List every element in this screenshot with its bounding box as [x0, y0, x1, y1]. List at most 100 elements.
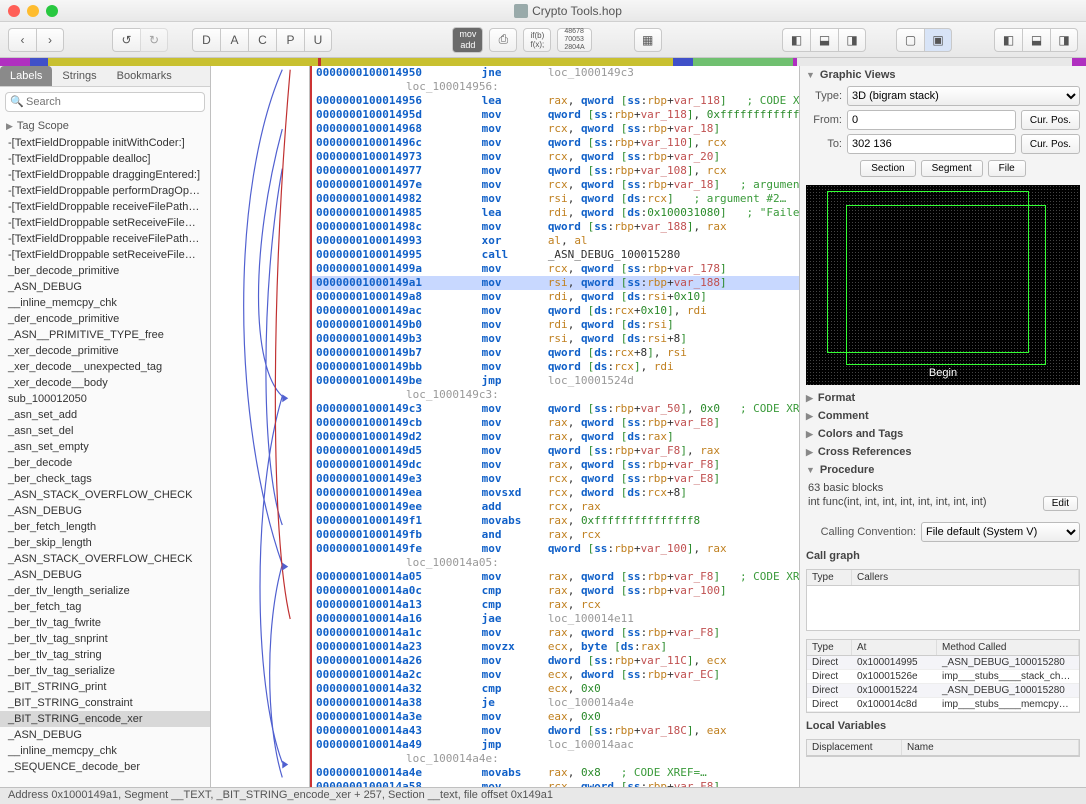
callees-table[interactable]: TypeAtMethod Called Direct0x100014995_AS… [806, 639, 1080, 713]
if-b-icon[interactable]: if(b)f(x); [523, 28, 551, 52]
graphic-views-header[interactable]: ▼Graphic Views [800, 66, 1086, 84]
asm-line[interactable]: loc_100014a4e: [312, 752, 799, 766]
panel-comment[interactable]: ▶Comment [800, 407, 1086, 425]
asm-line[interactable]: 00000001000149c3 mov qword [ss:rbp+var_5… [312, 402, 799, 416]
symbol-row[interactable]: _ber_tlv_tag_string [0, 647, 210, 663]
asm-line[interactable]: 0000000100014985 lea rdi, qword [ds:0x10… [312, 206, 799, 220]
asm-line[interactable]: 0000000100014973 mov rcx, qword [ss:rbp+… [312, 150, 799, 164]
asm-line[interactable]: 0000000100014a43 mov dword [ss:rbp+var_1… [312, 724, 799, 738]
zoom-icon[interactable] [46, 5, 58, 17]
back-button[interactable]: ‹ [8, 28, 36, 52]
asm-line[interactable]: 00000001000149dc mov rax, qword [ss:rbp+… [312, 458, 799, 472]
segment-button[interactable]: Segment [921, 160, 983, 177]
panel-cross-references[interactable]: ▶Cross References [800, 443, 1086, 461]
asm-line[interactable]: 00000001000149b0 mov rdi, qword [ds:rsi] [312, 318, 799, 332]
table-row[interactable]: Direct0x100015224_ASN_DEBUG_100015280 [807, 684, 1079, 698]
view-a-icon[interactable]: ▢ [896, 28, 924, 52]
symbol-row[interactable]: _der_encode_primitive [0, 311, 210, 327]
panel-left-icon[interactable]: ◧ [782, 28, 810, 52]
asm-line[interactable]: 000000010001495d mov qword [ss:rbp+var_1… [312, 108, 799, 122]
asm-line[interactable]: loc_100014a05: [312, 556, 799, 570]
symbol-row[interactable]: -[TextFieldDroppable initWithCoder:] [0, 135, 210, 151]
redo-button[interactable]: ↻ [140, 28, 168, 52]
panel-format[interactable]: ▶Format [800, 389, 1086, 407]
symbol-row[interactable]: _BIT_STRING_encode_xer [0, 711, 210, 727]
asm-line[interactable]: 0000000100014a05 mov rax, qword [ss:rbp+… [312, 570, 799, 584]
symbol-row[interactable]: -[TextFieldDroppable performDragOper… [0, 183, 210, 199]
asm-line[interactable]: 000000010001497e mov rcx, qword [ss:rbp+… [312, 178, 799, 192]
asm-line[interactable]: 0000000100014a23 movzx ecx, byte [ds:rax… [312, 640, 799, 654]
symbol-row[interactable]: _xer_decode_primitive [0, 343, 210, 359]
symbol-row[interactable]: _SEQUENCE_decode_ber [0, 759, 210, 775]
symbol-row[interactable]: _asn_set_empty [0, 439, 210, 455]
close-icon[interactable] [8, 5, 20, 17]
symbol-row[interactable]: -[TextFieldDroppable dealloc] [0, 151, 210, 167]
disassembly-view[interactable]: 0000000100014950 jne loc_1000149c3loc_10… [310, 66, 799, 787]
symbol-row[interactable]: _ASN_DEBUG [0, 503, 210, 519]
tab-labels[interactable]: Labels [0, 66, 52, 86]
asm-line[interactable]: 000000010001499a mov rcx, qword [ss:rbp+… [312, 262, 799, 276]
view-b-icon[interactable]: ▣ [924, 28, 952, 52]
asm-line[interactable]: 0000000100014956 lea rax, qword [ss:rbp+… [312, 94, 799, 108]
symbol-row[interactable]: -[TextFieldDroppable receiveFilePathSel… [0, 199, 210, 215]
section-button[interactable]: Section [860, 160, 915, 177]
mode-D-button[interactable]: D [192, 28, 220, 52]
symbol-row[interactable]: _ber_fetch_tag [0, 599, 210, 615]
asm-line[interactable]: 00000001000149b3 mov rsi, qword [ds:rsi+… [312, 332, 799, 346]
panel-colors-and-tags[interactable]: ▶Colors and Tags [800, 425, 1086, 443]
cc-select[interactable]: File default (System V) [921, 522, 1080, 542]
symbol-row[interactable]: _ber_decode_primitive [0, 263, 210, 279]
symbol-row[interactable]: _der_tlv_length_serialize [0, 583, 210, 599]
asm-line[interactable]: 0000000100014a16 jae loc_100014e11 [312, 612, 799, 626]
to-curpos-button[interactable]: Cur. Pos. [1021, 134, 1080, 154]
symbol-row[interactable]: -[TextFieldDroppable draggingEntered:] [0, 167, 210, 183]
mode-U-button[interactable]: U [304, 28, 332, 52]
symbol-row[interactable]: _ASN_STACK_OVERFLOW_CHECK [0, 551, 210, 567]
panel-right-icon[interactable]: ◨ [838, 28, 866, 52]
symbol-row[interactable]: _ber_skip_length [0, 535, 210, 551]
asm-line[interactable]: 00000001000149b7 mov qword [ds:rcx+8], r… [312, 346, 799, 360]
cpu-icon[interactable]: ▦ [634, 28, 662, 52]
asm-line[interactable]: 0000000100014a58 mov rcx, qword [ss:rbp+… [312, 780, 799, 787]
asm-line[interactable]: 0000000100014a49 jmp loc_100014aac [312, 738, 799, 752]
undo-button[interactable]: ↺ [112, 28, 140, 52]
asm-line[interactable]: 00000001000149cb mov rax, qword [ss:rbp+… [312, 416, 799, 430]
asm-line[interactable]: 00000001000149be jmp loc_10001524d [312, 374, 799, 388]
symbol-row[interactable]: _ber_fetch_length [0, 519, 210, 535]
asm-line[interactable]: 00000001000149fe mov qword [ss:rbp+var_1… [312, 542, 799, 556]
asm-line[interactable]: 00000001000149a1 mov rsi, qword [ss:rbp+… [312, 276, 799, 290]
tag-scope-section[interactable]: ▶Tag Scope [0, 117, 210, 135]
table-row[interactable]: Direct0x100014995_ASN_DEBUG_100015280 [807, 656, 1079, 670]
asm-line[interactable]: 0000000100014982 mov rsi, qword [ds:rcx]… [312, 192, 799, 206]
asm-line[interactable]: 0000000100014a1c mov rax, qword [ss:rbp+… [312, 626, 799, 640]
asm-line[interactable]: 00000001000149d2 mov rax, qword [ds:rax] [312, 430, 799, 444]
print-icon[interactable]: ⎙ [489, 28, 517, 52]
from-input[interactable] [847, 110, 1016, 130]
forward-button[interactable]: › [36, 28, 64, 52]
from-curpos-button[interactable]: Cur. Pos. [1021, 110, 1080, 130]
symbol-list[interactable]: -[TextFieldDroppable initWithCoder:]-[Te… [0, 135, 210, 787]
type-select[interactable]: 3D (bigram stack) [847, 86, 1080, 106]
minimize-icon[interactable] [27, 5, 39, 17]
layout-1-icon[interactable]: ◧ [994, 28, 1022, 52]
symbol-row[interactable]: _ASN_DEBUG [0, 279, 210, 295]
symbol-row[interactable]: _ASN__PRIMITIVE_TYPE_free [0, 327, 210, 343]
asm-line[interactable]: 00000001000149d5 mov qword [ss:rbp+var_F… [312, 444, 799, 458]
asm-line[interactable]: 0000000100014a38 je loc_100014a4e [312, 696, 799, 710]
edit-button[interactable]: Edit [1043, 496, 1078, 511]
asm-line[interactable]: 000000010001498c mov qword [ss:rbp+var_1… [312, 220, 799, 234]
callers-table[interactable]: TypeCallers [806, 569, 1080, 631]
search-input[interactable] [5, 92, 205, 112]
asm-line[interactable]: 0000000100014a4e movabs rax, 0x8 ; CODE … [312, 766, 799, 780]
symbol-row[interactable]: sub_100012050 [0, 391, 210, 407]
procedure-header[interactable]: ▼Procedure [800, 461, 1086, 479]
asm-line[interactable]: 00000001000149ac mov qword [ds:rcx+0x10]… [312, 304, 799, 318]
asm-line[interactable]: 0000000100014968 mov rcx, qword [ss:rbp+… [312, 122, 799, 136]
asm-line[interactable]: 00000001000149ea movsxd rcx, dword [ds:r… [312, 486, 799, 500]
asm-line[interactable]: 00000001000149fb and rax, rcx [312, 528, 799, 542]
mov-add-button[interactable]: movadd [452, 27, 483, 53]
segment-strip[interactable] [0, 58, 1086, 66]
panel-bottom-icon[interactable]: ⬓ [810, 28, 838, 52]
symbol-row[interactable]: _ASN_DEBUG [0, 727, 210, 743]
symbol-row[interactable]: -[TextFieldDroppable setReceiveFilePat… [0, 215, 210, 231]
